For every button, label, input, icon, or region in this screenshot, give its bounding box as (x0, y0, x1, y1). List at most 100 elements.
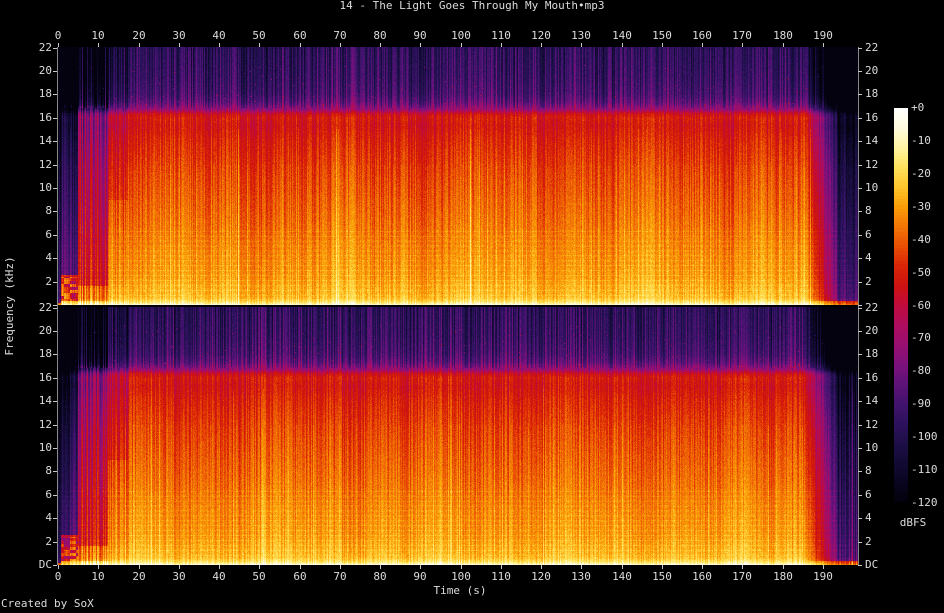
y-axis-tick (53, 518, 57, 519)
y-axis-tick (53, 211, 57, 212)
x-axis-tick-label: 30 (159, 30, 199, 42)
y-axis-tick-label: 10 (26, 442, 52, 454)
y-axis-tick (858, 542, 862, 543)
x-axis-tick-label: 80 (360, 571, 400, 583)
y-axis-tick (53, 118, 57, 119)
y-axis-dc-tick (858, 565, 862, 566)
y-axis-tick (858, 331, 862, 332)
y-axis-tick (53, 165, 57, 166)
x-axis-tick (340, 43, 341, 47)
y-axis-tick (53, 425, 57, 426)
x-axis-tick (58, 565, 59, 569)
x-axis-tick (179, 43, 180, 47)
created-by-sox-credit: Created by SoX (1, 598, 94, 610)
y-axis-tick (53, 141, 57, 142)
x-axis-tick (179, 565, 180, 569)
y-axis-dc-tick (53, 305, 57, 306)
x-axis-tick (823, 565, 824, 569)
y-axis-tick-label: 20 (865, 65, 878, 77)
y-axis-tick-label: 4 (26, 252, 52, 264)
y-axis-tick-label: 12 (865, 419, 878, 431)
y-axis-tick-label: 10 (26, 182, 52, 194)
y-axis-tick-label: 6 (865, 489, 872, 501)
plot-border-right (858, 47, 859, 565)
x-axis-tick (702, 565, 703, 569)
y-axis-tick (53, 48, 57, 49)
x-axis-tick-label: 10 (78, 571, 118, 583)
x-axis-tick-label: 30 (159, 571, 199, 583)
x-axis-tick-label: 160 (682, 571, 722, 583)
x-axis-tick-label: 80 (360, 30, 400, 42)
x-axis-tick (541, 43, 542, 47)
x-axis-tick (98, 43, 99, 47)
y-axis-tick-label: 14 (26, 395, 52, 407)
colorbar-tick-label: -120 (911, 497, 938, 509)
x-axis-tick-label: 120 (521, 571, 561, 583)
x-axis-tick-label: 70 (320, 571, 360, 583)
x-axis-tick-label: 170 (722, 30, 762, 42)
x-axis-tick (742, 43, 743, 47)
colorbar-tick-label: -20 (911, 168, 931, 180)
x-axis-tick (541, 565, 542, 569)
y-axis-tick (858, 235, 862, 236)
colorbar-tick-label: -110 (911, 464, 938, 476)
y-axis-tick (53, 542, 57, 543)
y-axis-tick-label: 16 (865, 372, 878, 384)
y-axis-tick-label: 2 (26, 276, 52, 288)
x-axis-tick-label: 180 (763, 30, 803, 42)
colorbar-gradient (894, 108, 908, 503)
y-axis-tick-label: 8 (26, 205, 52, 217)
y-axis-tick (858, 141, 862, 142)
x-axis-tick-label: 150 (642, 30, 682, 42)
y-axis-tick (858, 188, 862, 189)
x-axis-tick-label: 0 (38, 571, 78, 583)
x-axis-tick (662, 565, 663, 569)
y-axis-tick-label: 8 (865, 465, 872, 477)
colorbar-tick-label: -30 (911, 201, 931, 213)
y-axis-tick-label: 22 (865, 302, 878, 314)
x-axis-tick-label: 130 (561, 30, 601, 42)
y-axis-tick (858, 471, 862, 472)
y-axis-tick (858, 378, 862, 379)
y-axis-tick (858, 448, 862, 449)
y-axis-tick-label: 2 (865, 536, 872, 548)
plot-border-left (57, 47, 58, 565)
y-axis-tick (858, 165, 862, 166)
y-axis-tick-label: 8 (26, 465, 52, 477)
y-axis-tick-label: 4 (865, 252, 872, 264)
y-axis-tick (858, 425, 862, 426)
y-axis-tick (858, 94, 862, 95)
y-axis-tick (53, 495, 57, 496)
colorbar-tick-label: -100 (911, 431, 938, 443)
y-axis-tick-label: 8 (865, 205, 872, 217)
x-axis-tick (139, 43, 140, 47)
x-axis-tick (783, 565, 784, 569)
x-axis-tick-label: 170 (722, 571, 762, 583)
y-axis-tick-label: 20 (865, 325, 878, 337)
y-axis-tick (53, 471, 57, 472)
x-axis-tick (380, 43, 381, 47)
y-axis-dc-label: DC (26, 559, 52, 571)
y-axis-tick-label: 18 (865, 88, 878, 100)
y-axis-tick (53, 71, 57, 72)
y-axis-tick-label: 12 (26, 419, 52, 431)
colorbar-tick-label: +0 (911, 102, 924, 114)
y-axis-tick-label: 18 (865, 348, 878, 360)
y-axis-dc-tick (858, 305, 862, 306)
y-axis-tick-label: 20 (26, 65, 52, 77)
y-axis-tick (858, 258, 862, 259)
y-axis-tick-label: 6 (26, 489, 52, 501)
colorbar-tick-label: -50 (911, 267, 931, 279)
x-axis-tick (581, 565, 582, 569)
x-axis-tick-label: 180 (763, 571, 803, 583)
y-axis-tick-label: 18 (26, 348, 52, 360)
y-axis-tick (53, 94, 57, 95)
x-axis-tick (461, 43, 462, 47)
y-axis-tick-label: 10 (865, 442, 878, 454)
x-axis-tick (420, 565, 421, 569)
y-axis-tick (53, 331, 57, 332)
x-axis-tick-label: 100 (441, 571, 481, 583)
x-axis-tick-label: 20 (119, 30, 159, 42)
y-axis-tick (858, 495, 862, 496)
y-axis-tick (858, 118, 862, 119)
